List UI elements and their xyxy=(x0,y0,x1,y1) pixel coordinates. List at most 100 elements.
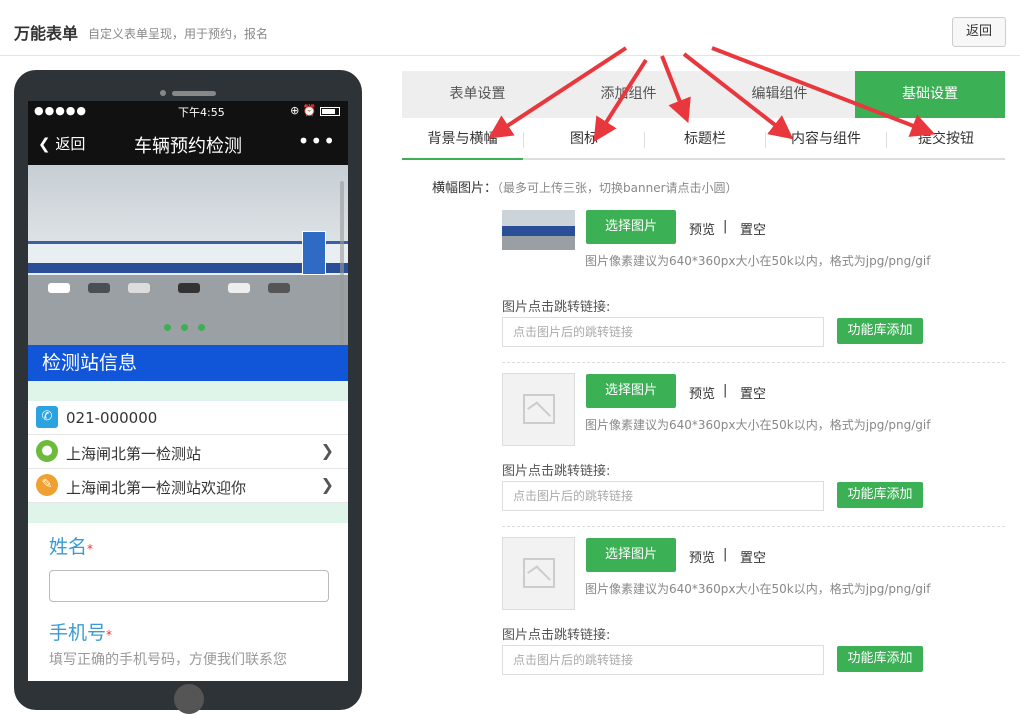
chevron-right-icon: ❯ xyxy=(320,475,334,494)
more-icon[interactable]: ••• xyxy=(298,129,336,153)
banner-car xyxy=(228,283,250,293)
banner-hint: （最多可上传三张，切换banner请点击小圆） xyxy=(497,181,738,195)
mobile-label-text: 手机号 xyxy=(49,622,107,644)
link-label: 图片点击跳转链接: xyxy=(502,300,611,315)
back-button[interactable]: 返回 xyxy=(952,17,1006,47)
chevron-right-icon: ❯ xyxy=(320,441,334,460)
clear-link[interactable]: 置空 xyxy=(740,219,766,238)
info-row-text: 021-000000 xyxy=(66,409,158,427)
preview-link[interactable]: 预览 xyxy=(689,219,715,238)
location-icon: ● xyxy=(36,440,58,462)
status-time: 下午4:55 xyxy=(178,106,225,119)
banner-car xyxy=(268,283,290,293)
phone-preview: ●●●●● 下午4:55 ⊕ ⏰ ❮ 返回 车辆预约检测 ••• 检测站信息 ✆… xyxy=(14,70,362,714)
clear-link[interactable]: 置空 xyxy=(740,383,766,402)
subtab-submit-button[interactable]: 提交按钮 xyxy=(887,118,1005,160)
banner-sign xyxy=(302,231,326,275)
library-add-button[interactable]: 功能库添加 xyxy=(837,318,923,344)
status-icons: ⊕ ⏰ xyxy=(290,104,340,117)
info-row-location[interactable]: ● 上海闸北第一检测站 ❯ xyxy=(28,435,348,469)
banner-thumbnail[interactable] xyxy=(502,210,575,250)
banner-dot[interactable] xyxy=(198,324,205,331)
banner-image xyxy=(28,165,348,345)
info-title: 检测站信息 xyxy=(28,345,348,381)
page-subtitle: 自定义表单呈现，用于预约，报名 xyxy=(88,27,269,41)
choose-image-button[interactable]: 选择图片 xyxy=(586,538,676,572)
tab-add-component[interactable]: 添加组件 xyxy=(553,71,704,118)
banner-sky xyxy=(28,165,348,243)
sub-tabs: 背景与横幅 图标 标题栏 内容与组件 提交按钮 xyxy=(402,118,1005,160)
divider xyxy=(502,526,1005,527)
name-input[interactable] xyxy=(49,570,329,602)
required-mark: * xyxy=(106,628,113,642)
image-placeholder[interactable] xyxy=(502,373,575,446)
battery-icon xyxy=(320,106,340,116)
phone-speaker xyxy=(172,91,216,96)
thumb-lot xyxy=(502,236,575,250)
page-header: 万能表单 自定义表单呈现，用于预约，报名 返回 xyxy=(0,0,1020,56)
image-icon xyxy=(523,558,555,588)
image-size-tip: 图片像素建议为640*360px大小在50k以内，格式为jpg/png/gif xyxy=(585,254,931,268)
info-row-phone[interactable]: ✆ 021-000000 xyxy=(28,401,348,435)
banner-dot[interactable] xyxy=(181,324,188,331)
library-add-button[interactable]: 功能库添加 xyxy=(837,482,923,508)
home-button[interactable] xyxy=(174,684,204,714)
link-label: 图片点击跳转链接: xyxy=(502,464,611,479)
signal-indicator: ●●●●● xyxy=(34,104,87,117)
mobile-label: 手机号* xyxy=(49,618,112,645)
tab-edit-component[interactable]: 编辑组件 xyxy=(704,71,855,118)
required-mark: * xyxy=(87,542,94,556)
phone-scrollbar[interactable] xyxy=(340,181,344,371)
mobile-hint: 填写正确的手机号码，方便我们联系您 xyxy=(49,652,287,668)
alarm-icon: ⏰ xyxy=(302,104,317,117)
image-size-tip: 图片像素建议为640*360px大小在50k以内，格式为jpg/png/gif xyxy=(585,582,931,596)
library-add-button[interactable]: 功能库添加 xyxy=(837,646,923,672)
banner-car xyxy=(48,283,70,293)
subtab-title-bar[interactable]: 标题栏 xyxy=(645,118,765,160)
tab-form-settings[interactable]: 表单设置 xyxy=(402,71,553,118)
banner-section-label: 横幅图片：（最多可上传三张，切换banner请点击小圆） xyxy=(432,177,738,196)
separator: | xyxy=(723,383,728,398)
clear-link[interactable]: 置空 xyxy=(740,547,766,566)
subtab-content-components[interactable]: 内容与组件 xyxy=(766,118,886,160)
subtab-icon[interactable]: 图标 xyxy=(524,118,644,160)
status-bar: ●●●●● 下午4:55 ⊕ ⏰ xyxy=(28,101,348,121)
divider xyxy=(502,362,1005,363)
jump-link-input[interactable]: 点击图片后的跳转链接 xyxy=(502,645,824,675)
separator: | xyxy=(723,547,728,562)
image-size-tip: 图片像素建议为640*360px大小在50k以内，格式为jpg/png/gif xyxy=(585,418,931,432)
banner-car xyxy=(128,283,150,293)
section-spacer xyxy=(28,381,348,401)
thumb-building xyxy=(502,226,575,236)
info-row-text: 上海闸北第一检测站 xyxy=(66,445,202,463)
jump-link-input[interactable]: 点击图片后的跳转链接 xyxy=(502,481,824,511)
banner-building-stripe xyxy=(28,263,348,273)
subtab-background-banner[interactable]: 背景与横幅 xyxy=(402,118,523,160)
info-row-text: 上海闸北第一检测站欢迎你 xyxy=(66,479,247,497)
lock-rotation-icon: ⊕ xyxy=(290,104,300,117)
phone-camera xyxy=(160,90,166,96)
banner-label: 横幅图片： xyxy=(432,181,498,196)
phone-navbar: ❮ 返回 车辆预约检测 ••• xyxy=(28,121,348,165)
jump-link-input[interactable]: 点击图片后的跳转链接 xyxy=(502,317,824,347)
main-tabs: 表单设置 添加组件 编辑组件 基础设置 xyxy=(402,71,1005,118)
phone-screen: ●●●●● 下午4:55 ⊕ ⏰ ❮ 返回 车辆预约检测 ••• 检测站信息 ✆… xyxy=(28,101,348,681)
preview-link[interactable]: 预览 xyxy=(689,547,715,566)
page-title: 万能表单 xyxy=(14,24,79,43)
section-spacer xyxy=(28,503,348,523)
image-placeholder[interactable] xyxy=(502,537,575,610)
banner-dots xyxy=(164,316,215,335)
info-row-welcome[interactable]: ✎ 上海闸北第一检测站欢迎你 ❯ xyxy=(28,469,348,503)
link-label: 图片点击跳转链接: xyxy=(502,628,611,643)
preview-link[interactable]: 预览 xyxy=(689,383,715,402)
tab-basic-settings[interactable]: 基础设置 xyxy=(855,71,1005,118)
choose-image-button[interactable]: 选择图片 xyxy=(586,374,676,408)
pencil-icon: ✎ xyxy=(36,474,58,496)
choose-image-button[interactable]: 选择图片 xyxy=(586,210,676,244)
phone-icon: ✆ xyxy=(36,406,58,428)
banner-car xyxy=(178,283,200,293)
banner-car xyxy=(88,283,110,293)
image-icon xyxy=(523,394,555,424)
name-label: 姓名* xyxy=(49,532,93,559)
banner-dot[interactable] xyxy=(164,324,171,331)
